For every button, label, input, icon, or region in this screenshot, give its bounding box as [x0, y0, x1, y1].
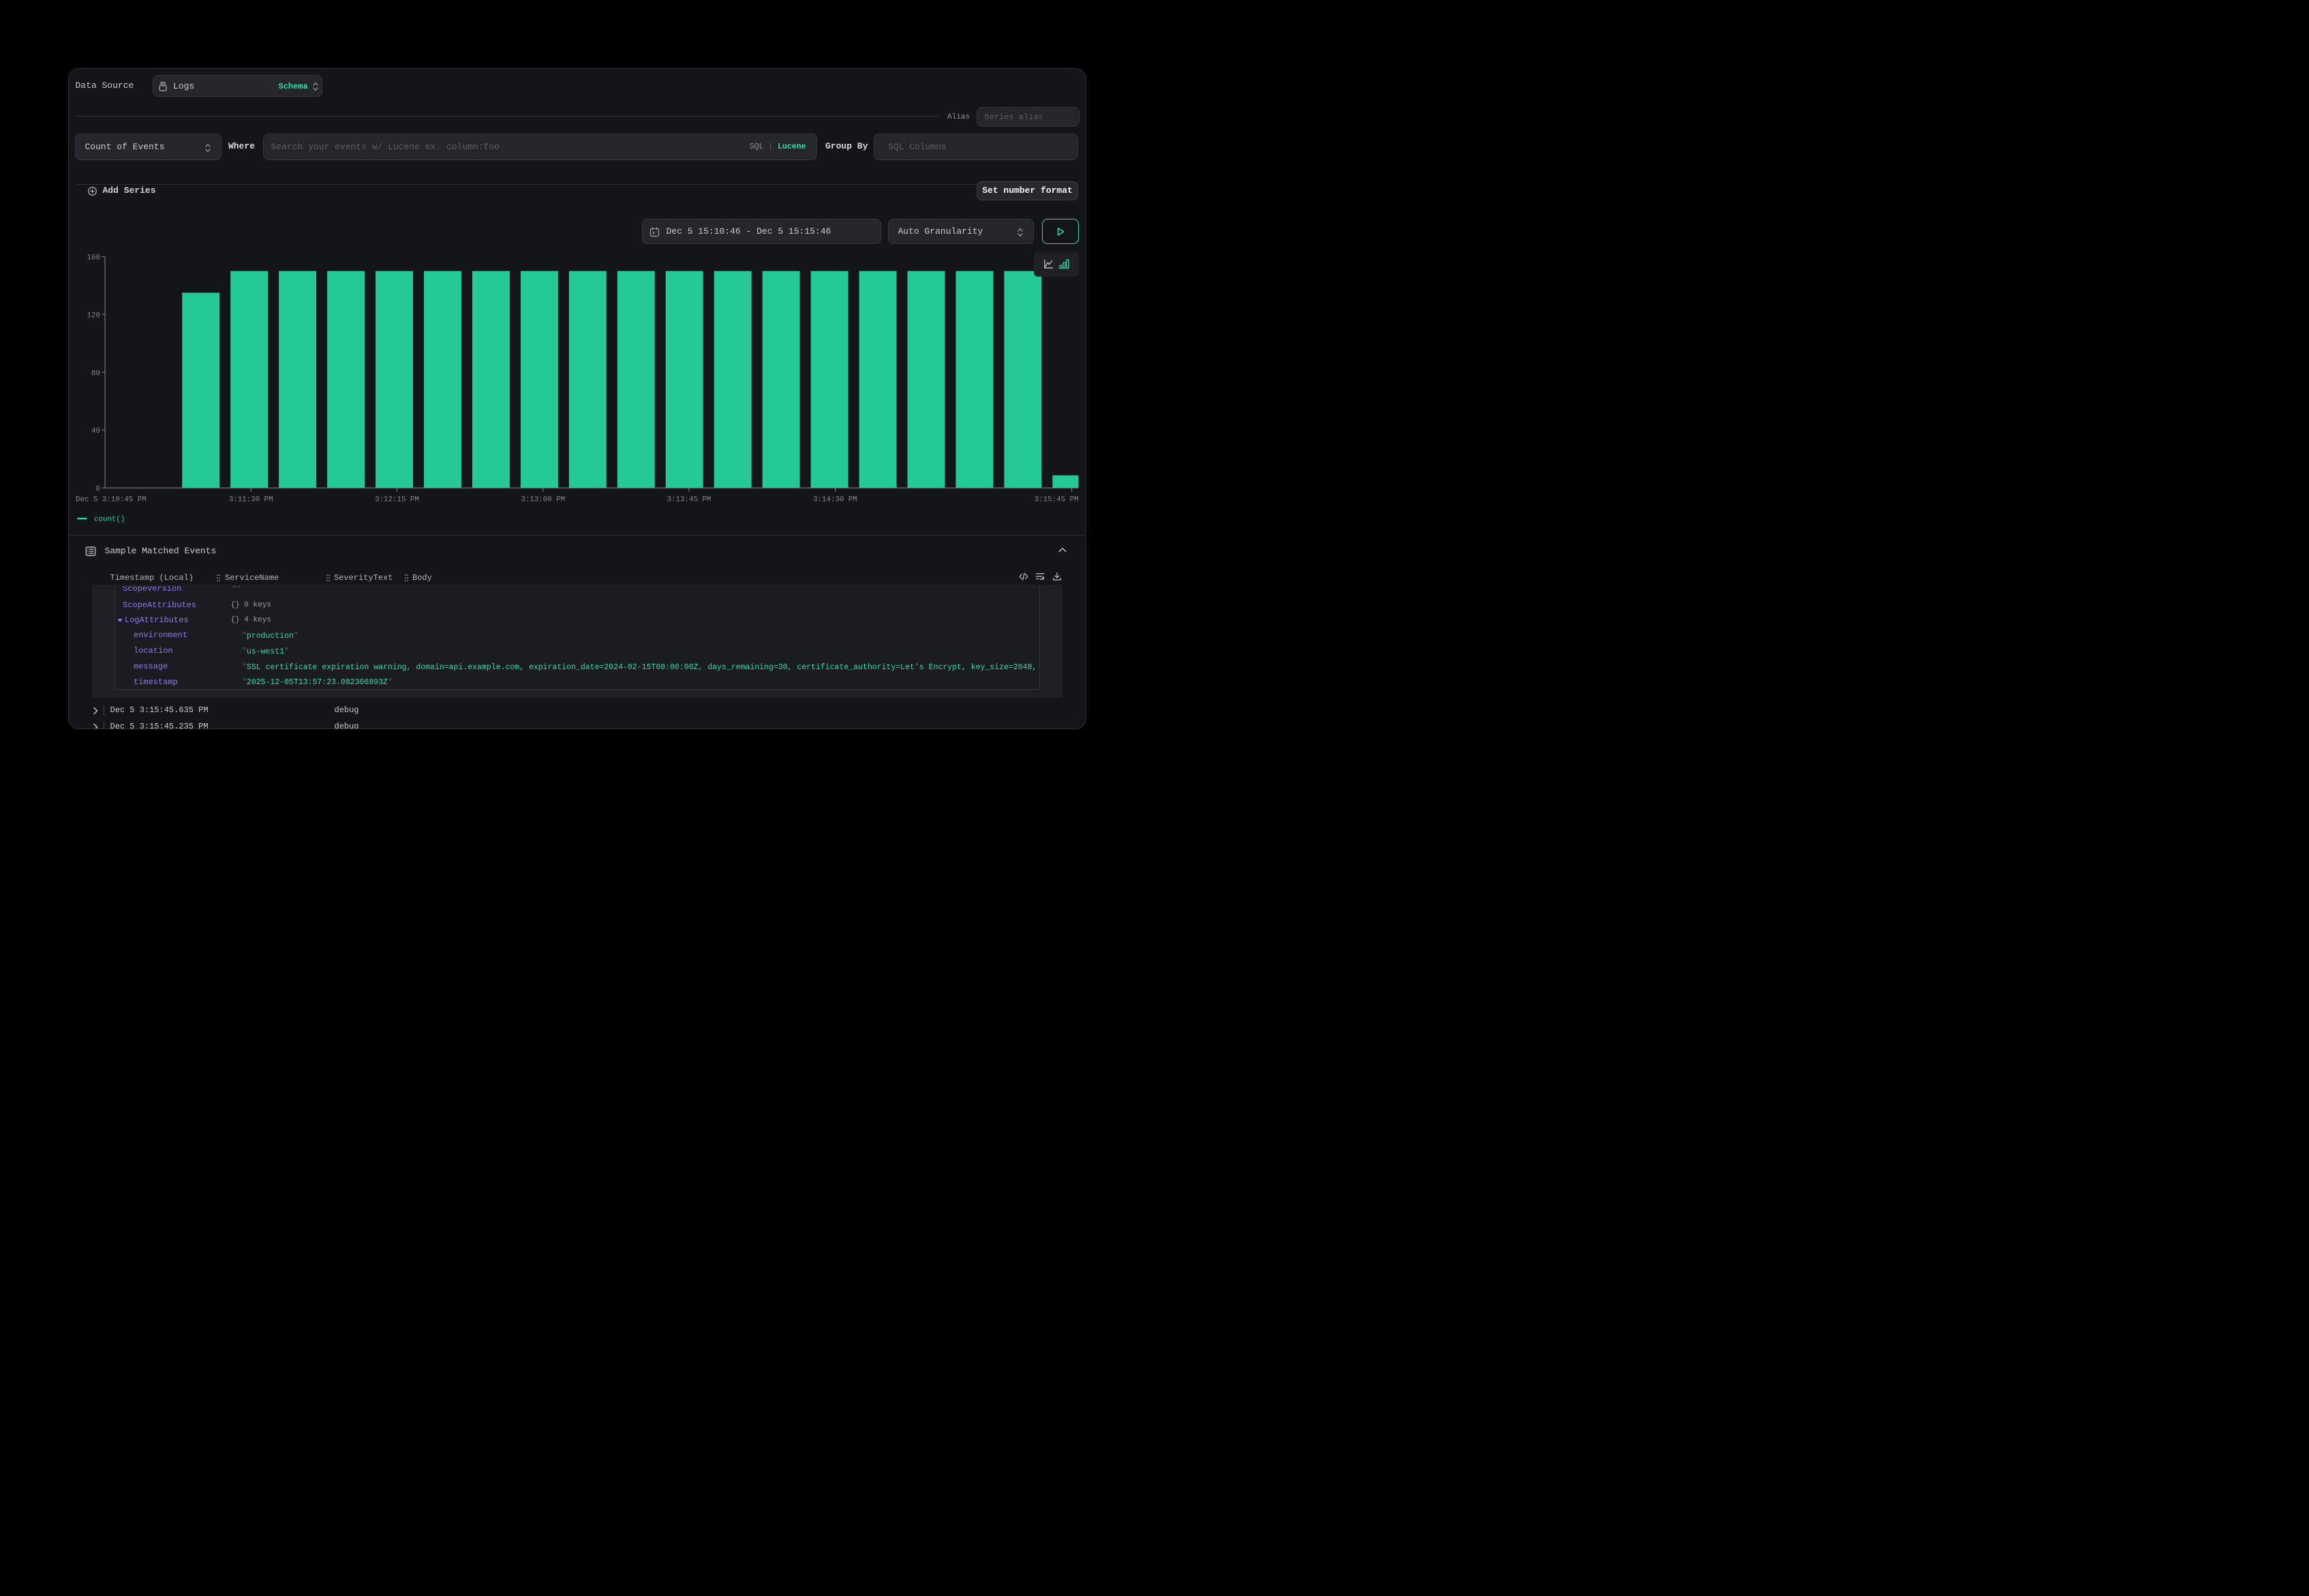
svg-text:3:12:15 PM: 3:12:15 PM [375, 496, 419, 504]
svg-text:40: 40 [91, 427, 100, 435]
svg-text:3:15:45 PM: 3:15:45 PM [1035, 496, 1079, 504]
svg-text:80: 80 [91, 369, 100, 378]
svg-text:3:11:30 PM: 3:11:30 PM [229, 496, 273, 504]
svg-text:3:14:30 PM: 3:14:30 PM [813, 496, 857, 504]
svg-text:0: 0 [96, 485, 100, 493]
svg-text:3:13:00 PM: 3:13:00 PM [521, 496, 565, 504]
svg-text:Dec 5 3:10:45 PM: Dec 5 3:10:45 PM [76, 496, 147, 504]
svg-text:120: 120 [87, 311, 100, 320]
svg-text:count(): count() [94, 516, 125, 524]
svg-text:160: 160 [87, 254, 100, 262]
svg-text:3:13:45 PM: 3:13:45 PM [667, 496, 712, 504]
